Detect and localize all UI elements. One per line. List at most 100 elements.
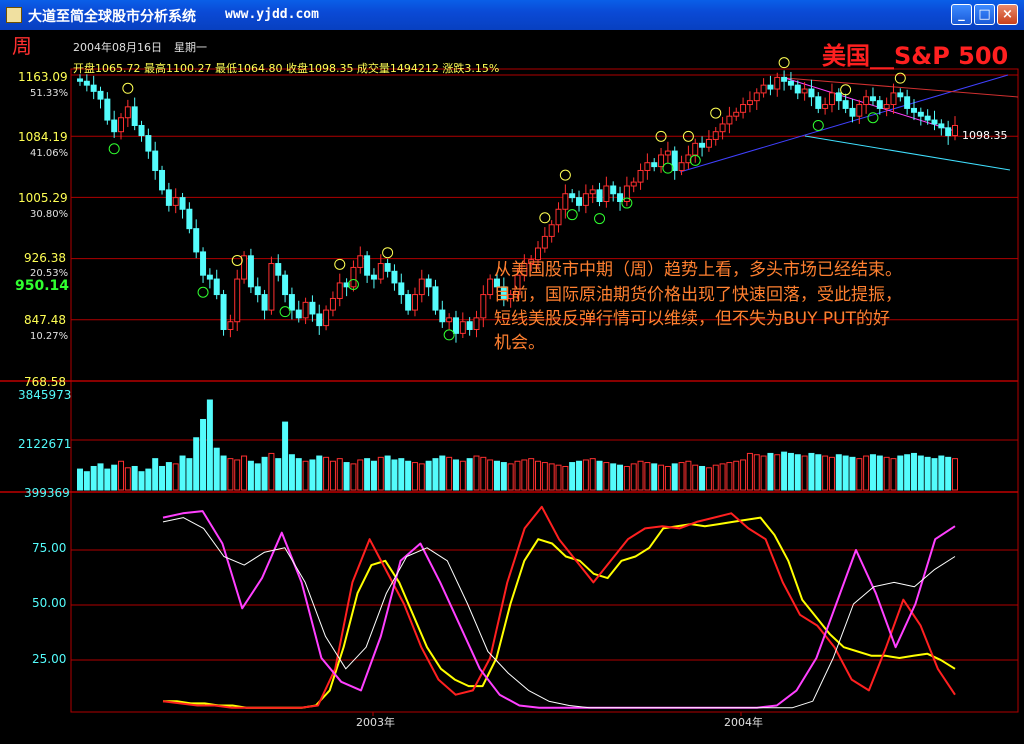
candle-body bbox=[637, 169, 644, 183]
volume-bar bbox=[206, 399, 213, 491]
volume-tick: 3845973 bbox=[18, 388, 71, 402]
volume-bar bbox=[589, 458, 596, 491]
osc-tick: 75.00 bbox=[32, 541, 66, 555]
candle-body bbox=[370, 274, 377, 280]
volume-bar bbox=[425, 460, 432, 491]
volume-bar bbox=[459, 460, 466, 491]
volume-bar bbox=[487, 459, 494, 491]
candle-body bbox=[623, 185, 630, 203]
volume-bar bbox=[405, 460, 412, 491]
candle-body bbox=[323, 309, 330, 327]
volume-bar bbox=[377, 456, 384, 491]
volume-bar bbox=[719, 463, 726, 491]
candle-body bbox=[535, 247, 542, 261]
volume-bar bbox=[466, 458, 473, 491]
volume-bar bbox=[452, 459, 459, 491]
volume-bar bbox=[767, 452, 774, 491]
candle-body bbox=[159, 169, 166, 191]
volume-bar bbox=[801, 455, 808, 491]
candle-body bbox=[282, 274, 289, 296]
minimize-button[interactable]: _ bbox=[951, 4, 972, 25]
swing-high-marker bbox=[710, 107, 722, 119]
candle-body bbox=[719, 123, 726, 133]
candle-body bbox=[473, 317, 480, 330]
candle-body bbox=[815, 96, 822, 109]
volume-bar bbox=[254, 463, 261, 491]
candle-body bbox=[165, 189, 172, 206]
candle-body bbox=[104, 98, 111, 121]
volume-bar bbox=[562, 465, 569, 491]
candle-body bbox=[746, 100, 753, 106]
volume-bar bbox=[849, 456, 856, 491]
volume-bar bbox=[227, 458, 234, 491]
swing-low-marker bbox=[594, 213, 606, 225]
pct-tick: 10.27% bbox=[30, 331, 68, 342]
candle-body bbox=[576, 197, 583, 206]
volume-bar bbox=[596, 460, 603, 491]
volume-bar bbox=[439, 455, 446, 491]
candle-body bbox=[617, 193, 624, 203]
commentary-line: 短线美股反弹行情可以维续，但不失为BUY PUT的好 bbox=[494, 309, 890, 329]
app-window: 大道至简全球股市分析系统 www.yjdd.com _ □ × 周 2004年0… bbox=[0, 0, 1024, 740]
volume-bar bbox=[247, 460, 254, 491]
candle-body bbox=[822, 104, 829, 109]
candle-body bbox=[651, 162, 658, 168]
volume-bar bbox=[910, 452, 917, 491]
candle-body bbox=[555, 208, 562, 226]
price-axis: 1163.09 51.33% 1084.19 41.06% 1005.29 30… bbox=[18, 70, 68, 389]
volume-bar bbox=[842, 455, 849, 491]
candle-body bbox=[760, 84, 767, 94]
maximize-button[interactable]: □ bbox=[974, 4, 995, 25]
candle-body bbox=[124, 106, 131, 119]
volume-bar bbox=[83, 471, 90, 491]
volume-bar bbox=[678, 462, 685, 491]
time-label: 2003年 bbox=[356, 715, 395, 729]
stock-chart[interactable]: 周 2004年08月16日 星期一 开盘1065.72 最高1100.27 最低… bbox=[0, 30, 1024, 740]
candle-body bbox=[856, 104, 863, 117]
candle-body bbox=[794, 84, 801, 94]
volume-bar bbox=[268, 452, 275, 491]
candle-body bbox=[938, 123, 945, 129]
volume-bar bbox=[364, 458, 371, 491]
volume-bar bbox=[828, 456, 835, 491]
candle-body bbox=[118, 117, 125, 133]
volume-axis: 3845973 2122671 399369 bbox=[18, 388, 71, 500]
volume-tick: 2122671 bbox=[18, 437, 71, 451]
candle-body bbox=[446, 317, 453, 323]
period-label: 周 bbox=[12, 34, 32, 58]
window-title: 大道至简全球股市分析系统 bbox=[28, 9, 196, 25]
candle-body bbox=[329, 297, 336, 311]
volume-bar bbox=[712, 464, 719, 491]
swing-high-marker bbox=[539, 212, 551, 224]
volume-bar bbox=[521, 459, 528, 491]
candle-body bbox=[261, 294, 268, 311]
oscillator-axis: 75.00 50.00 25.00 bbox=[32, 541, 66, 666]
candle-body bbox=[658, 154, 665, 168]
candle-body bbox=[548, 224, 555, 237]
candle-body bbox=[288, 294, 295, 311]
swing-low-marker bbox=[279, 306, 291, 318]
oscillator-line bbox=[163, 516, 956, 709]
price-tick: 1163.09 bbox=[18, 70, 68, 84]
volume-bar bbox=[753, 454, 760, 491]
volume-bar bbox=[159, 465, 166, 491]
stock-chart-area[interactable]: 周 2004年08月16日 星期一 开盘1065.72 最高1100.27 最低… bbox=[0, 30, 1024, 740]
close-button[interactable]: × bbox=[997, 4, 1018, 25]
oscillator-line bbox=[162, 517, 956, 709]
candle-body bbox=[569, 193, 576, 199]
swing-high-marker bbox=[559, 169, 571, 181]
candle-body bbox=[111, 119, 118, 133]
volume-bar bbox=[302, 460, 309, 491]
price-tick: 768.58 bbox=[24, 375, 66, 389]
volume-bar bbox=[500, 462, 507, 491]
swing-low-marker bbox=[566, 209, 578, 221]
volume-bar bbox=[644, 462, 651, 491]
candle-body bbox=[145, 135, 152, 152]
window-url: www.yjdd.com bbox=[225, 7, 319, 22]
volume-bar bbox=[856, 458, 863, 491]
osc-tick: 50.00 bbox=[32, 596, 66, 610]
volume-bar bbox=[200, 418, 207, 491]
swing-low-marker bbox=[108, 143, 120, 155]
volume-bar bbox=[138, 471, 145, 491]
candle-body bbox=[664, 150, 671, 156]
